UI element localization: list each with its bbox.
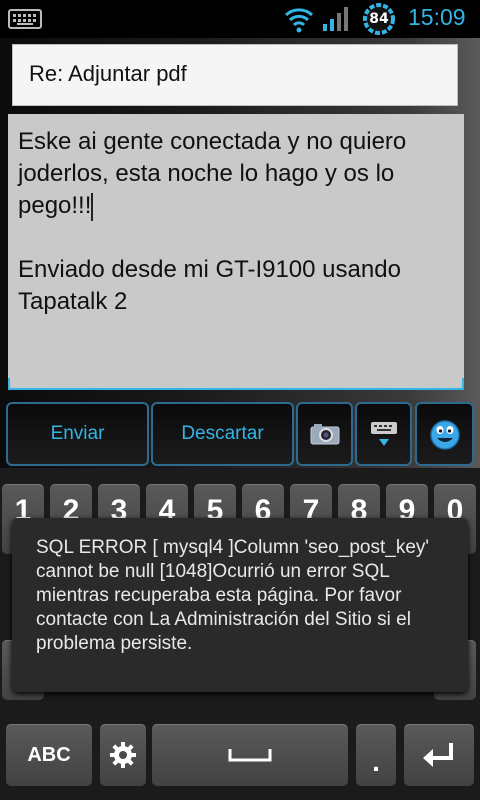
enter-icon (423, 743, 453, 767)
wifi-icon (284, 8, 314, 33)
period-key[interactable]: . (356, 724, 396, 786)
battery-level: 84 (369, 11, 389, 27)
error-toast: SQL ERROR [ mysql4 ]Column 'seo_post_key… (12, 518, 468, 692)
discard-button[interactable]: Descartar (151, 402, 294, 466)
space-icon (228, 749, 272, 762)
send-button-label: Enviar (50, 423, 105, 444)
body-line: joderlos, esta noche lo hago y os lo (18, 160, 395, 187)
body-line: pego!!! (18, 192, 92, 219)
enter-key[interactable] (404, 724, 474, 786)
message-body-text: Eske ai gente conectada y no quiero jode… (18, 126, 458, 318)
message-body-input[interactable]: Eske ai gente conectada y no quiero jode… (8, 114, 464, 390)
hide-keyboard-icon (370, 422, 397, 446)
attach-photo-button[interactable] (296, 402, 353, 466)
status-bar: 84 15:09 (0, 0, 480, 38)
keyboard-icon (8, 9, 42, 29)
camera-icon (310, 424, 339, 445)
keyboard-settings-key[interactable] (100, 724, 146, 786)
emoji-icon (429, 420, 460, 450)
error-message: SQL ERROR [ mysql4 ]Column 'seo_post_key… (36, 537, 430, 654)
body-line: Enviado desde mi GT-I9100 usando (18, 256, 401, 283)
body-line: Eske ai gente conectada y no quiero (18, 128, 407, 155)
gear-icon (110, 742, 136, 768)
subject-input[interactable]: Re: Adjuntar pdf (12, 44, 458, 106)
text-cursor (91, 192, 94, 221)
send-button[interactable]: Enviar (6, 402, 149, 466)
space-key[interactable] (152, 724, 348, 786)
discard-button-label: Descartar (181, 423, 264, 444)
emoji-button[interactable] (415, 402, 474, 466)
subject-text: Re: Adjuntar pdf (29, 61, 187, 86)
abc-key[interactable]: ABC (6, 724, 92, 786)
signal-icon (323, 7, 348, 31)
clock: 15:09 (408, 4, 466, 30)
body-line: Tapatalk 2 (18, 288, 128, 315)
hide-keyboard-button[interactable] (355, 402, 412, 466)
